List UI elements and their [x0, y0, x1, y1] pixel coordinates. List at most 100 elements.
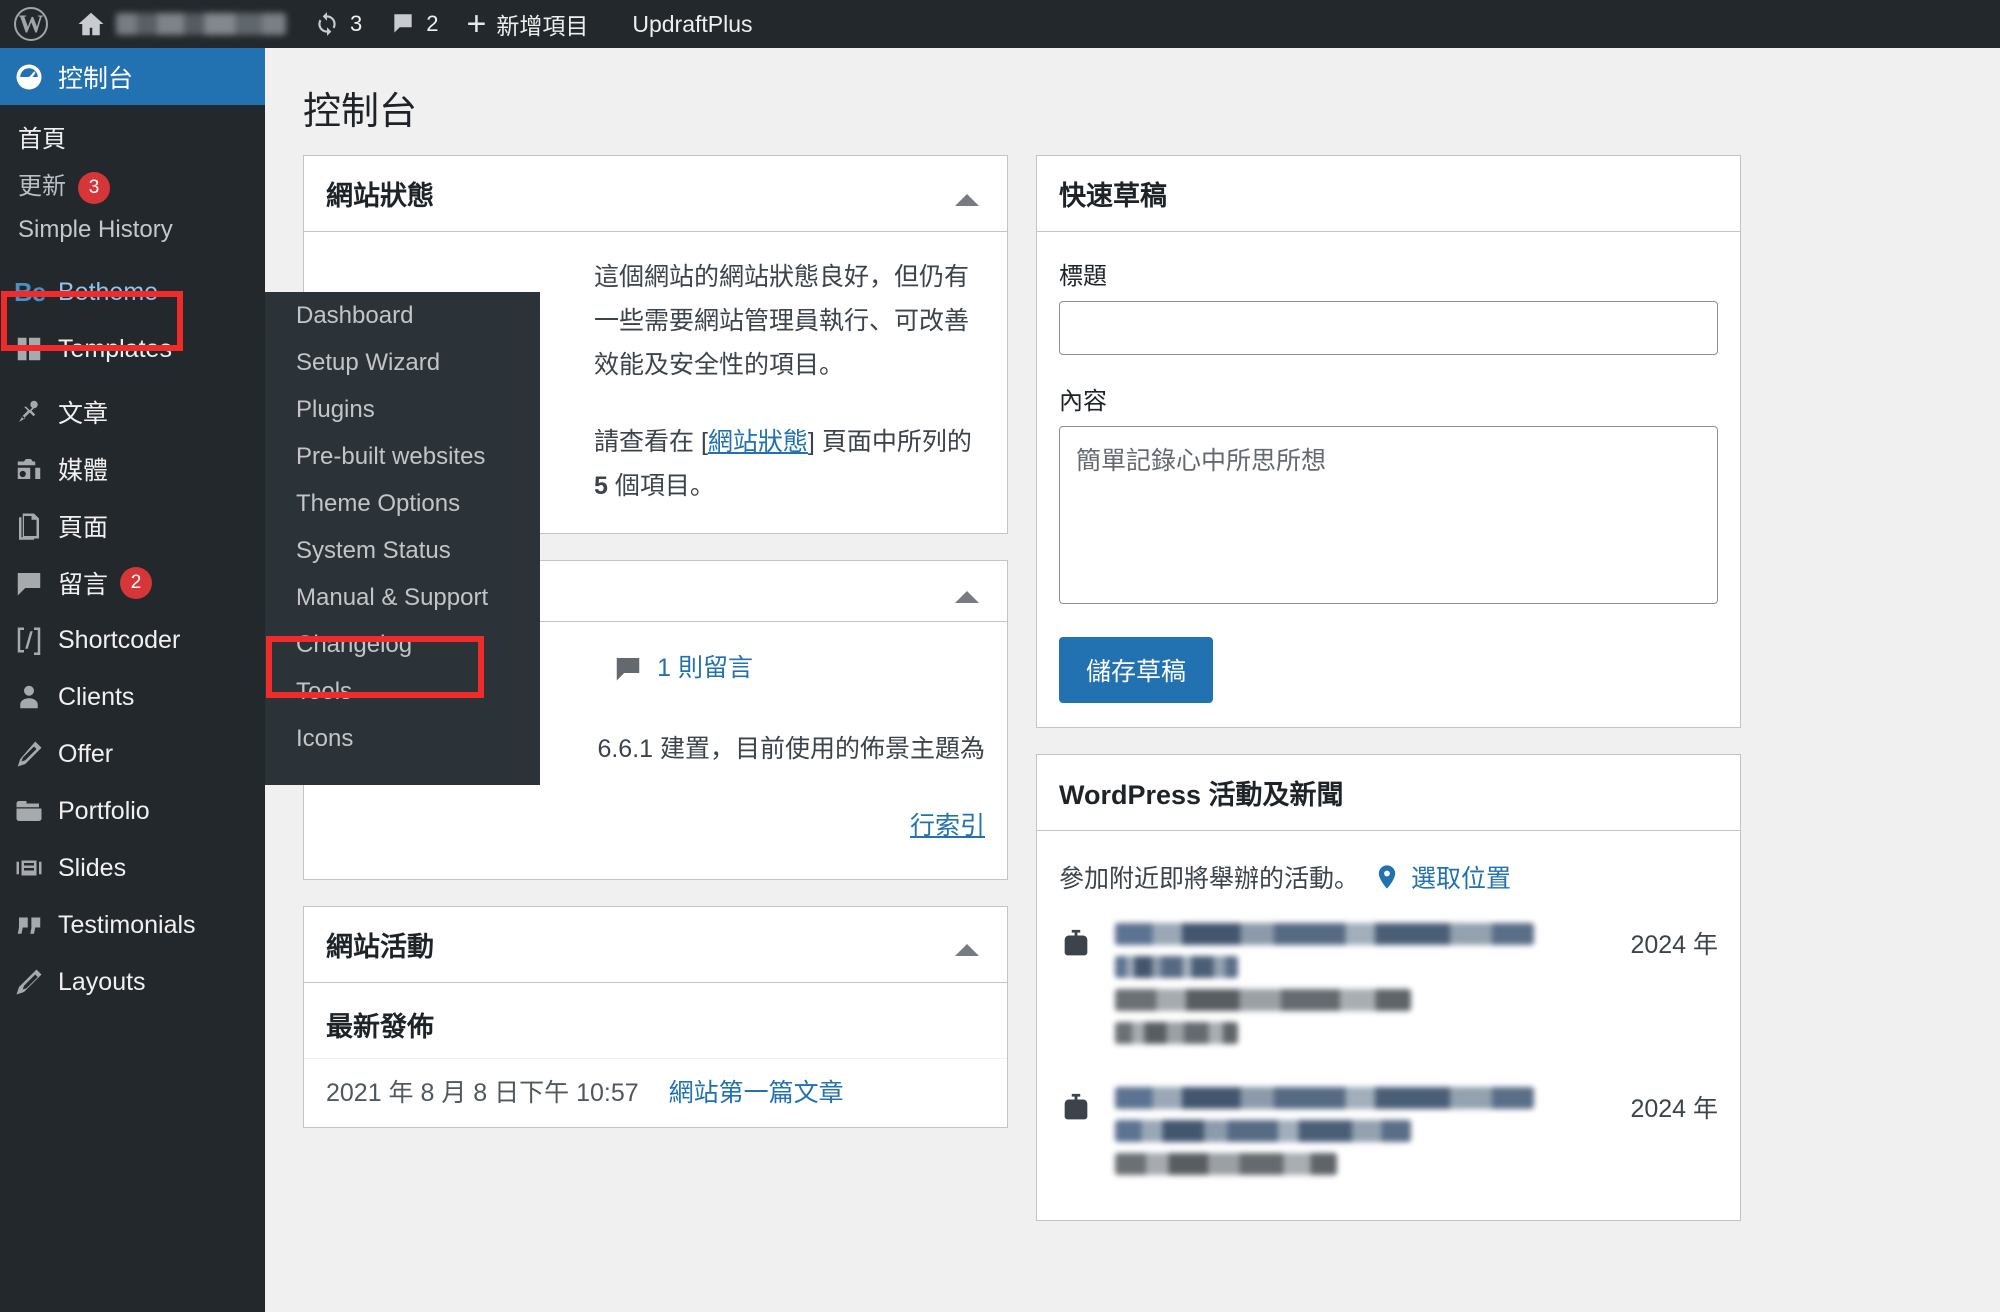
sidebar-item-label: Betheme — [58, 277, 159, 306]
comments-count-link[interactable]: 1 則留言 — [657, 646, 753, 691]
updraftplus-button[interactable]: UpdraftPlus — [602, 0, 766, 48]
news-intro-text: 參加附近即將舉辦的活動。 — [1059, 865, 1360, 893]
search-engine-link[interactable]: 行索引 — [910, 812, 985, 840]
sidebar-item-label: Portfolio — [58, 796, 150, 825]
sidebar-item-comments[interactable]: 留言 2 — [0, 555, 265, 612]
flyout-item-dashboard[interactable]: Dashboard — [265, 292, 540, 339]
submenu-item-updates[interactable]: 更新 3 — [0, 160, 265, 210]
pin-icon — [14, 397, 58, 427]
templates-grid-icon — [14, 334, 58, 364]
flyout-item-pre-built-websites[interactable]: Pre-built websites — [265, 433, 540, 480]
quick-draft-header: 快速草稿 — [1037, 156, 1740, 232]
quick-draft-inside: 標題 內容 儲存草稿 — [1037, 232, 1740, 727]
sidebar-item-label: 文章 — [58, 400, 109, 429]
flyout-item-plugins[interactable]: Plugins — [265, 386, 540, 433]
flyout-item-changelog[interactable]: Changelog — [265, 621, 540, 668]
admin-sidebar-menu: 控制台 首頁 更新 3 Simple History Be Betheme Tem… — [0, 48, 273, 1312]
flyout-item-icons[interactable]: Icons — [265, 715, 540, 762]
submenu-item-simple-history[interactable]: Simple History — [0, 210, 265, 250]
page-title: 控制台 — [303, 91, 418, 133]
site-name-button[interactable] — [62, 0, 300, 48]
flyout-item-manual-support[interactable]: Manual & Support — [265, 574, 540, 621]
quote-icon — [14, 910, 58, 940]
sidebar-item-layouts[interactable]: Layouts — [0, 954, 265, 1011]
sidebar-item-label: Slides — [58, 853, 127, 882]
chevron-up-icon[interactable] — [955, 579, 979, 603]
news-intro: 參加附近即將舉辦的活動。 選取位置 — [1059, 855, 1718, 901]
meetup-icon — [1064, 1093, 1088, 1120]
save-draft-button[interactable]: 儲存草稿 — [1059, 637, 1214, 703]
list-item[interactable]: 2024 年 — [1059, 901, 1718, 1065]
quick-draft-title-label: 標題 — [1059, 263, 1107, 290]
activity-inside: 最新發佈 2021 年 8 月 8 日下午 10:57 網站第一篇文章 — [304, 983, 1007, 1127]
new-content-button[interactable]: + 新增項目 — [453, 0, 603, 48]
sidebar-item-slides[interactable]: Slides — [0, 840, 265, 897]
event-title-blurred — [1115, 1087, 1535, 1109]
activity-row-date: 2021 年 8 月 8 日下午 10:57 — [326, 1078, 639, 1107]
sidebar-item-testimonials[interactable]: Testimonials — [0, 897, 265, 954]
updates-button[interactable]: 3 — [300, 0, 376, 48]
plus-icon: + — [466, 5, 487, 43]
event-date: 2024 年 — [1630, 931, 1718, 959]
folder-icon — [14, 796, 58, 826]
site-health-header: 網站狀態 — [304, 156, 1007, 232]
updraftplus-label: UpdraftPlus — [632, 10, 753, 37]
flyout-item-system-status[interactable]: System Status — [265, 527, 540, 574]
media-camera-icon — [14, 454, 58, 484]
wordpress-news-inside: 參加附近即將舉辦的活動。 選取位置 2024 年 2024 年 — [1037, 831, 1740, 1220]
updates-badge: 3 — [78, 171, 110, 204]
dashboard-gauge-icon — [14, 62, 58, 92]
comment-bubble-icon — [616, 658, 640, 681]
chevron-up-icon[interactable] — [955, 182, 979, 206]
quick-draft-title-input[interactable] — [1059, 301, 1718, 355]
flyout-item-tools[interactable]: Tools — [265, 668, 540, 715]
submenu-item-home[interactable]: 首頁 — [0, 113, 265, 160]
event-title-blurred-2 — [1115, 1120, 1412, 1142]
chevron-up-icon[interactable] — [955, 932, 979, 957]
flyout-item-theme-options[interactable]: Theme Options — [265, 480, 540, 527]
sidebar-item-label: Offer — [58, 739, 114, 768]
quick-draft-title: 快速草稿 — [1059, 181, 1167, 211]
event-title-blurred — [1115, 923, 1535, 945]
flyout-item-setup-wizard[interactable]: Setup Wizard — [265, 339, 540, 386]
activity-widget: 網站活動 最新發佈 2021 年 8 月 8 日下午 10:57 網站第一篇文章 — [303, 905, 1008, 1128]
sidebar-item-betheme[interactable]: Be Betheme — [0, 264, 265, 321]
notice-prefix: 請查看在 [ — [594, 428, 708, 457]
page-icon — [14, 511, 58, 541]
list-item[interactable]: 2024 年 — [1059, 1065, 1718, 1196]
location-pin-icon — [1378, 865, 1396, 889]
site-health-link[interactable]: 網站狀態 — [708, 428, 808, 456]
sidebar-item-portfolio[interactable]: Portfolio — [0, 783, 265, 840]
code-brackets-icon — [14, 625, 58, 656]
activity-header: 網站活動 — [304, 907, 1007, 983]
select-location-label: 選取位置 — [1411, 865, 1512, 893]
activity-row-link[interactable]: 網站第一篇文章 — [669, 1073, 844, 1109]
quick-draft-content-input[interactable] — [1059, 426, 1718, 604]
admin-bar: W 3 2 + 新增項目 UpdraftPlus — [0, 0, 2000, 48]
updates-count: 3 — [350, 11, 363, 36]
sidebar-item-media[interactable]: 媒體 — [0, 441, 265, 498]
sidebar-item-posts[interactable]: 文章 — [0, 384, 265, 441]
quick-draft-content-label: 內容 — [1059, 388, 1107, 415]
meetup-icon — [1064, 929, 1088, 956]
sidebar-item-shortcoder[interactable]: Shortcoder — [0, 612, 265, 669]
comments-button[interactable]: 2 — [376, 0, 452, 48]
sidebar-item-clients[interactable]: Clients — [0, 669, 265, 726]
sidebar-item-pages[interactable]: 頁面 — [0, 498, 265, 555]
sidebar-item-templates[interactable]: Templates — [0, 321, 265, 378]
notice-suffix: 個項目。 — [607, 472, 715, 500]
event-location-blurred — [1115, 989, 1412, 1011]
select-location-button[interactable]: 選取位置 — [1373, 859, 1511, 895]
sidebar-item-dashboard[interactable]: 控制台 — [0, 48, 273, 105]
sidebar-item-label: Clients — [58, 682, 135, 711]
sidebar-item-label: Layouts — [58, 967, 146, 996]
sidebar-item-offer[interactable]: Offer — [0, 726, 265, 783]
offer-document-icon — [14, 739, 58, 769]
dashboard-submenu: 首頁 更新 3 Simple History — [0, 105, 265, 264]
home-icon — [78, 12, 104, 36]
sidebar-item-label: 控制台 — [58, 64, 134, 93]
betheme-flyout-submenu: Dashboard Setup Wizard Plugins Pre-built… — [265, 292, 540, 785]
site-health-title: 網站狀態 — [326, 181, 434, 211]
wp-logo-button[interactable]: W — [0, 0, 62, 48]
comment-icon — [14, 568, 58, 598]
